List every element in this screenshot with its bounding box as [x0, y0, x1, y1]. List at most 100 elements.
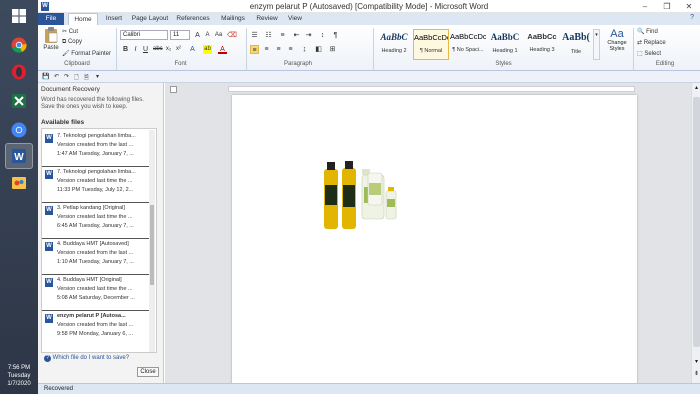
paint-app[interactable]: [5, 170, 33, 196]
paste-button[interactable]: Paste: [42, 27, 60, 59]
recovered-file-item[interactable]: W 7. Teknologi pengolahan limba... Versi…: [42, 167, 150, 203]
document-page[interactable]: [232, 95, 637, 385]
copy-button[interactable]: ⧉ Copy: [62, 39, 82, 46]
print-preview-icon[interactable]: 🗎: [84, 73, 89, 83]
cut-button[interactable]: ✂ Cut: [62, 28, 78, 35]
scroll-up-icon[interactable]: ▴: [693, 85, 700, 92]
justify-icon[interactable]: ≡: [286, 45, 295, 54]
save-icon[interactable]: 💾: [42, 73, 49, 80]
recovered-file-item-current[interactable]: W enzym pelarut P [Autosa... Version cre…: [42, 311, 150, 347]
word-document-icon: W: [45, 206, 53, 215]
tab-review[interactable]: Review: [253, 13, 281, 25]
tab-page-layout[interactable]: Page Layout: [130, 13, 170, 25]
underline-icon[interactable]: U: [141, 45, 150, 54]
undo-icon[interactable]: ↶: [54, 73, 59, 80]
clock-date: 1/7/2020: [7, 381, 31, 387]
shrink-font-icon[interactable]: A: [203, 31, 212, 40]
help-icon[interactable]: ?: [690, 14, 694, 21]
bold-icon[interactable]: B: [121, 45, 130, 54]
tab-insert[interactable]: Insert: [101, 13, 127, 25]
recovered-file-item[interactable]: W 4. Buddaya HMT [Original] Version crea…: [42, 275, 150, 311]
style-no-spacing[interactable]: AaBbCcDc ¶ No Spaci...: [450, 29, 486, 60]
font-size-box[interactable]: 11: [170, 30, 190, 40]
change-styles-button[interactable]: Aa Change Styles: [604, 28, 630, 60]
recovery-scrollbar[interactable]: [149, 130, 155, 352]
start-button[interactable]: [5, 3, 33, 29]
tab-references[interactable]: References: [174, 13, 212, 25]
scroll-down-icon[interactable]: ▾: [693, 359, 700, 366]
sort-icon[interactable]: ↕: [318, 31, 327, 40]
grow-font-icon[interactable]: A: [193, 31, 202, 40]
file-name: 7. Teknologi pengolahan limba...: [57, 133, 136, 139]
strikethrough-icon[interactable]: abc: [153, 45, 163, 54]
style-name: Title: [570, 49, 582, 55]
borders-icon[interactable]: ⊞: [328, 45, 337, 54]
recovered-file-item[interactable]: W 3. Petlap kandang [Original] Version c…: [42, 203, 150, 239]
tab-selector[interactable]: [170, 86, 177, 93]
replace-button[interactable]: ⇄ Replace: [637, 39, 666, 46]
recovered-file-item[interactable]: W 4. Buddaya HMT [Autosaved] Version cre…: [42, 239, 150, 275]
document-area: ▴ ▾ ⇟: [165, 83, 700, 385]
maximize-button[interactable]: ❐: [656, 0, 678, 13]
style-sample: AaBbCcDc: [414, 33, 448, 42]
word-app[interactable]: W: [5, 143, 33, 169]
system-clock[interactable]: 7:56 PM Tuesday 1/7/2020: [0, 364, 38, 388]
superscript-icon[interactable]: x²: [174, 45, 183, 54]
line-spacing-icon[interactable]: ↨: [300, 45, 309, 54]
increase-indent-icon[interactable]: ⇥: [304, 31, 313, 40]
style-title[interactable]: AaBb( Title: [561, 29, 591, 60]
decrease-indent-icon[interactable]: ⇤: [292, 31, 301, 40]
styles-scroll[interactable]: ▾: [593, 29, 600, 60]
close-button[interactable]: ✕: [678, 0, 700, 13]
redo-icon[interactable]: ↷: [64, 73, 69, 80]
product-bottles-image[interactable]: [322, 161, 432, 231]
opera-app[interactable]: [5, 59, 33, 85]
chrome-app-2[interactable]: [5, 117, 33, 143]
customize-toolbar-icon[interactable]: ▾: [96, 73, 99, 80]
excel-app[interactable]: [5, 88, 33, 114]
italic-icon[interactable]: I: [131, 45, 140, 54]
clear-formatting-icon[interactable]: ⌫: [227, 31, 237, 40]
format-painter-button[interactable]: 🖌 Format Painter: [62, 50, 111, 57]
style-heading-3[interactable]: AaBbCc Heading 3: [524, 29, 560, 60]
style-heading-1[interactable]: AaBbC Heading 1: [487, 29, 523, 60]
shading-icon[interactable]: ◧: [314, 45, 323, 54]
text-effects-icon[interactable]: A: [188, 45, 197, 54]
align-right-icon[interactable]: ≡: [274, 45, 283, 54]
font-color-icon[interactable]: A: [218, 45, 227, 54]
new-document-icon[interactable]: 🗋: [74, 73, 79, 83]
multilevel-list-icon[interactable]: ≡: [278, 31, 287, 40]
recovery-scroll-thumb[interactable]: [150, 205, 154, 285]
select-button[interactable]: ⬚ Select: [637, 50, 661, 57]
find-button[interactable]: 🔍 Find: [637, 28, 658, 35]
change-case-icon[interactable]: Aa: [214, 31, 223, 40]
ribbon-home: Paste ✂ Cut ⧉ Copy 🖌 Format Painter Clip…: [38, 25, 700, 71]
excel-icon: [12, 94, 26, 108]
vertical-scrollbar[interactable]: ▴ ▾ ⇟: [691, 83, 700, 383]
show-marks-icon[interactable]: ¶: [331, 31, 340, 40]
recovered-file-item[interactable]: W 7. Teknologi pengolahan limba... Versi…: [42, 131, 150, 167]
windows-logo-icon: [12, 9, 26, 23]
chrome-app[interactable]: [5, 32, 33, 58]
style-name: Heading 3: [529, 47, 555, 53]
highlight-icon[interactable]: ab: [203, 45, 212, 54]
subscript-icon[interactable]: x₂: [164, 45, 173, 54]
file-status: Version created last time the ...: [57, 286, 133, 292]
style-normal[interactable]: AaBbCcDc ¶ Normal: [413, 29, 449, 60]
tab-file[interactable]: File: [38, 13, 64, 25]
align-left-icon[interactable]: ≡: [250, 45, 259, 54]
vertical-scroll-thumb[interactable]: [693, 97, 700, 347]
bullets-icon[interactable]: ☰: [250, 31, 259, 40]
minimize-button[interactable]: –: [634, 0, 656, 13]
style-heading-2[interactable]: AaBbC Heading 2: [376, 29, 412, 60]
tab-view[interactable]: View: [283, 13, 307, 25]
numbering-icon[interactable]: ☷: [264, 31, 273, 40]
tab-mailings[interactable]: Mailings: [216, 13, 250, 25]
next-page-icon[interactable]: ⇟: [693, 371, 700, 378]
align-center-icon[interactable]: ≡: [262, 45, 271, 54]
font-name-box[interactable]: Calibri: [120, 30, 168, 40]
horizontal-ruler[interactable]: [228, 86, 635, 92]
recovery-close-button[interactable]: Close: [137, 367, 159, 377]
style-sample: AaBbCc: [527, 32, 557, 41]
which-file-help-link[interactable]: ? Which file do I want to save?: [44, 355, 129, 362]
